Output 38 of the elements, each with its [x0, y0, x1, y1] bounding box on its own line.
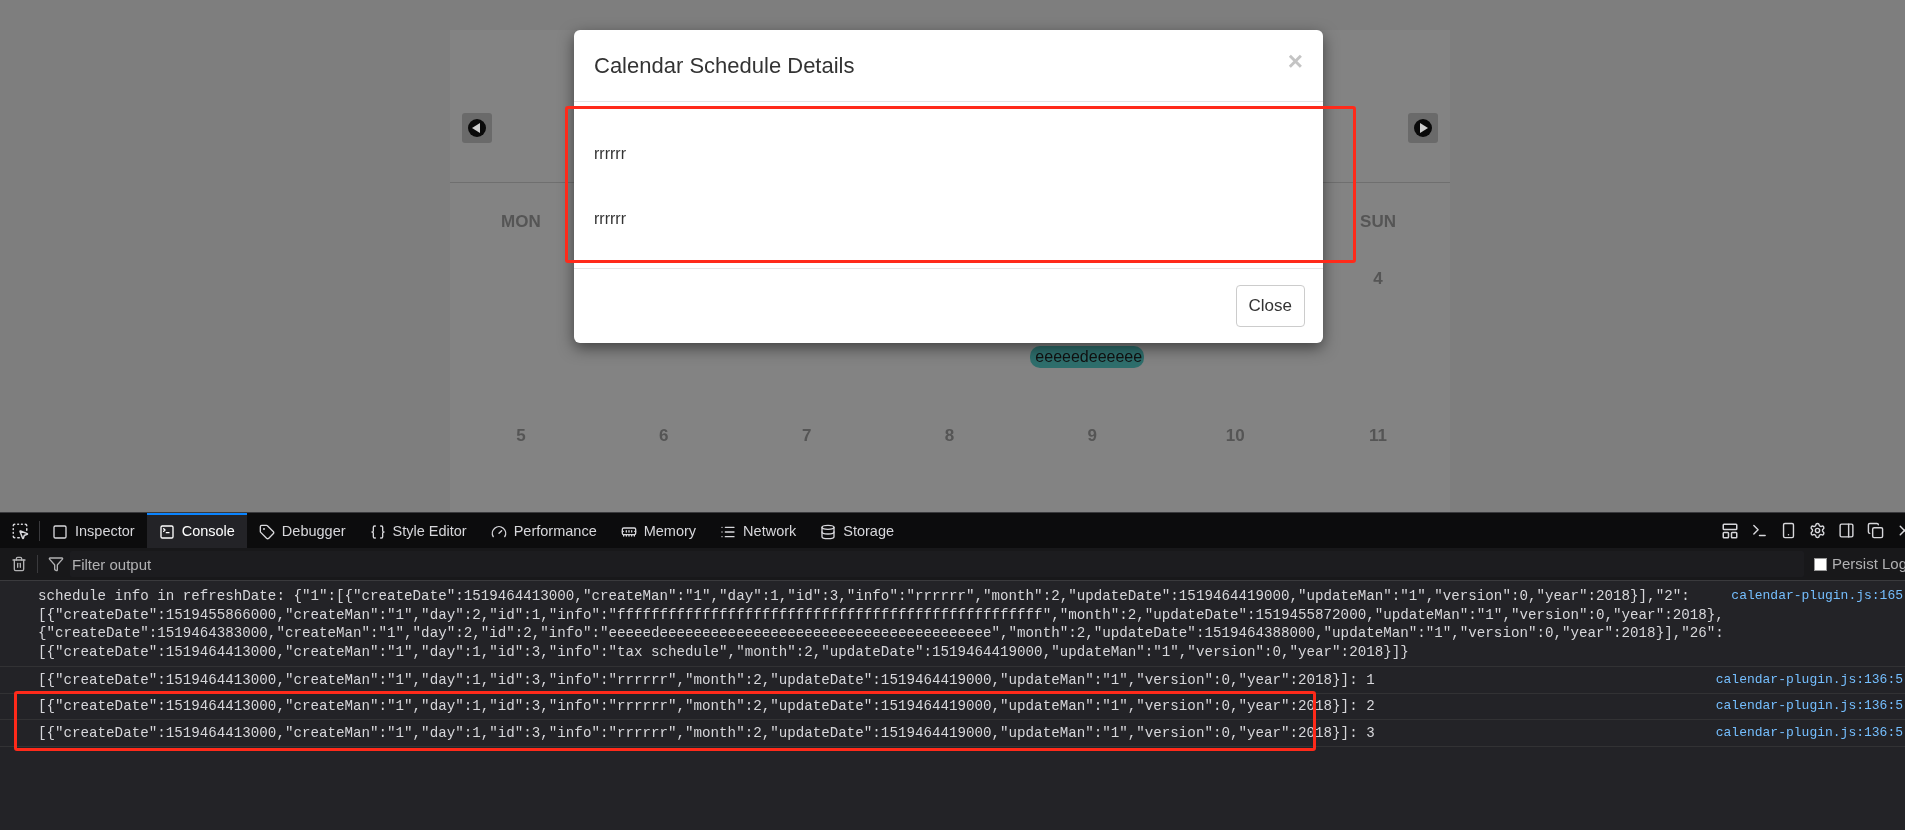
devtools-tab[interactable]: Memory [608, 513, 709, 548]
close-button[interactable]: Close [1235, 285, 1305, 327]
devtools-tab[interactable]: Performance [478, 513, 609, 548]
layout-icon[interactable] [1721, 521, 1739, 540]
schedule-text: rrrrrr [594, 209, 627, 229]
devtools-tab[interactable]: Storage [808, 513, 907, 548]
trash-icon[interactable] [11, 556, 27, 572]
source-link[interactable]: calendar-plugin.js:165 [1731, 587, 1903, 606]
element-picker-icon[interactable] [11, 521, 29, 540]
windows-icon[interactable] [1867, 522, 1884, 539]
console-message: [{"createDate":1519455866000,"createMan":"1","day":2,"id":1,"info":"ffffffffffffffffffffffffffffffffffffffffffffffffff","month":2,"updateDate":1519455872000,"updateMan":"1","version":0,"year":2018}, [38, 605, 1725, 624]
devtools-tab[interactable]: Console [146, 513, 247, 548]
settings-icon[interactable] [1809, 522, 1826, 539]
source-link[interactable]: calendar-plugin.js:136:5 [1715, 670, 1903, 689]
terminal-icon[interactable] [1751, 522, 1768, 539]
console-message: [{"createDate":1519464413000,"createMan":"1","day":1,"id":3,"info":"tax schedule","month":2,"updateDate":1519464419000,"updateMan":"1","version":0,"year":2018}]} [38, 642, 1410, 661]
modal-title: Calendar Schedule Details [594, 52, 855, 80]
devtools-tab[interactable]: Network [708, 513, 809, 548]
devtools-tab[interactable]: Style Editor [357, 513, 479, 548]
schedule-text: rrrrrr [594, 144, 627, 164]
inspector-icon [52, 523, 68, 540]
devtools-tab[interactable]: Inspector [40, 513, 147, 548]
braces-icon [369, 523, 386, 540]
filter-field[interactable]: Filter output [70, 551, 1804, 577]
source-link[interactable]: calendar-plugin.js:136:5 [1715, 697, 1903, 716]
tag-icon [258, 523, 275, 540]
console-message: {"createDate":1519464383000,"createMan":"1","day":2,"id":2,"info":"eeeeedeeeeeeeeeeeeeeeeeeeeeeeeeeeeeeeeeeeeeee","month":2,"updateDate":1519464388000,"updateMan":"1","version":0,"year":2018}],"26": [38, 624, 1725, 643]
terminal-icon [158, 523, 175, 540]
phone-icon[interactable] [1780, 522, 1797, 539]
source-link[interactable]: calendar-plugin.js:136:5 [1715, 723, 1903, 742]
database-icon [820, 523, 837, 540]
filter-icon [48, 556, 64, 572]
devtools-tab[interactable]: Debugger [246, 513, 358, 548]
panel-icon[interactable] [1838, 522, 1855, 539]
console-message: schedule info in refreshDate: {"1":[{"createDate":1519464413000,"createMan":"1","day":1,"id":3,"info":"rrrrrr","month":2,"updateDate":1519464419000,"updateMan":"1","version":0,"year":2018}],"2": [38, 587, 1691, 606]
console-message: [{"createDate":1519464413000,"createMan":"1","day":1,"id":3,"info":"rrrrrr","month":2,"updateDate":1519464419000,"updateMan":"1","version":0,"year":2018}]: 1 [38, 670, 1376, 689]
persist-checkbox[interactable] [1813, 557, 1827, 571]
gauge-icon [490, 523, 507, 540]
